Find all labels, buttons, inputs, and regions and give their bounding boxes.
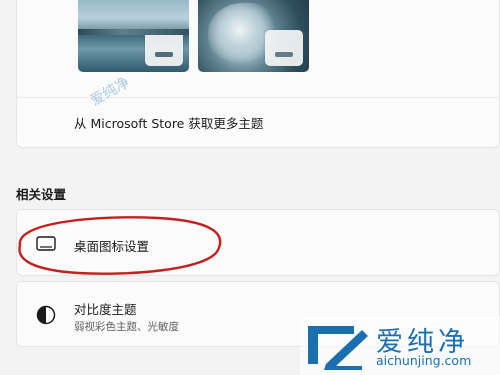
store-link-label[interactable]: 从 Microsoft Store 获取更多主题 [74, 113, 263, 132]
related-settings-title: 相关设置 [16, 187, 67, 202]
watermark-logo-icon [308, 326, 368, 370]
theme-thumbnail-lake[interactable] [78, 0, 189, 72]
watermark-url: aichunjing.com [376, 353, 472, 368]
contrast-themes-label: 对比度主题 [74, 302, 137, 317]
monitor-icon [36, 236, 56, 251]
desktop-icon-settings-card[interactable]: 桌面图标设置 [16, 209, 500, 276]
store-link-row[interactable]: 从 Microsoft Store 获取更多主题 [17, 99, 499, 147]
themes-card: 从 Microsoft Store 获取更多主题 [16, 0, 500, 148]
desktop-icon-settings-label: 桌面图标设置 [74, 239, 150, 254]
contrast-icon [36, 305, 56, 325]
theme-window-preview-icon [145, 30, 183, 66]
contrast-themes-description: 弱视彩色主题、光敏度 [74, 321, 179, 333]
theme-gallery [17, 0, 499, 98]
theme-thumbnail-bloom[interactable] [198, 0, 309, 72]
watermark-corner: 爱纯净 aichunjing.com [300, 316, 500, 375]
theme-window-preview-icon [265, 30, 303, 66]
